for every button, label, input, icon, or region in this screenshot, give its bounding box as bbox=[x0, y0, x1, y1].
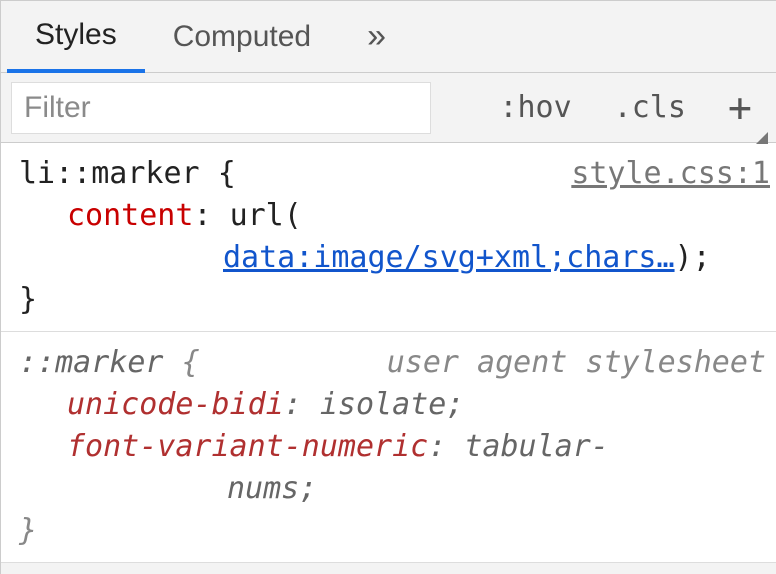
tabs-bar: Styles Computed » bbox=[1, 1, 776, 73]
css-value-prefix: url( bbox=[230, 198, 302, 233]
css-declaration: unicode-bidi: isolate; bbox=[19, 384, 758, 426]
css-value: isolate; bbox=[320, 387, 465, 422]
close-brace: } bbox=[19, 513, 37, 548]
ua-stylesheet-label: user agent stylesheet bbox=[387, 342, 766, 384]
open-brace: { bbox=[218, 156, 236, 191]
tab-computed[interactable]: Computed bbox=[145, 1, 339, 72]
css-property: font-variant-numeric bbox=[67, 429, 428, 464]
css-declaration[interactable]: content: url( data:image/svg+xml;chars…)… bbox=[19, 195, 758, 279]
tab-overflow[interactable]: » bbox=[339, 1, 416, 72]
cls-button[interactable]: .cls bbox=[608, 86, 692, 129]
css-selector: ::marker bbox=[19, 345, 164, 380]
hov-button[interactable]: :hov bbox=[493, 86, 577, 129]
open-brace: { bbox=[182, 345, 200, 380]
tab-styles[interactable]: Styles bbox=[7, 2, 145, 73]
css-value-suffix: ); bbox=[675, 240, 711, 275]
css-property: unicode-bidi bbox=[67, 387, 284, 422]
styles-toolbar: :hov .cls + bbox=[1, 73, 776, 143]
filter-input[interactable] bbox=[11, 82, 431, 134]
css-property[interactable]: content bbox=[67, 198, 193, 233]
css-rule-ua: user agent stylesheet ::marker { unicode… bbox=[1, 332, 776, 563]
css-rule[interactable]: style.css:1 li::marker { content: url( d… bbox=[1, 143, 776, 332]
plus-icon: + bbox=[728, 85, 752, 131]
css-value: tabular- bbox=[464, 429, 609, 464]
new-rule-button[interactable]: + bbox=[722, 84, 758, 132]
css-value-cont: nums; bbox=[67, 468, 758, 510]
close-brace: } bbox=[19, 282, 37, 317]
url-link[interactable]: data:image/svg+xml;chars… bbox=[223, 240, 675, 275]
css-declaration: font-variant-numeric: tabular- nums; bbox=[19, 426, 758, 510]
rules-list: style.css:1 li::marker { content: url( d… bbox=[1, 143, 776, 563]
dropdown-triangle-icon bbox=[756, 132, 768, 144]
source-link[interactable]: style.css:1 bbox=[571, 153, 770, 195]
css-selector[interactable]: li::marker bbox=[19, 156, 200, 191]
